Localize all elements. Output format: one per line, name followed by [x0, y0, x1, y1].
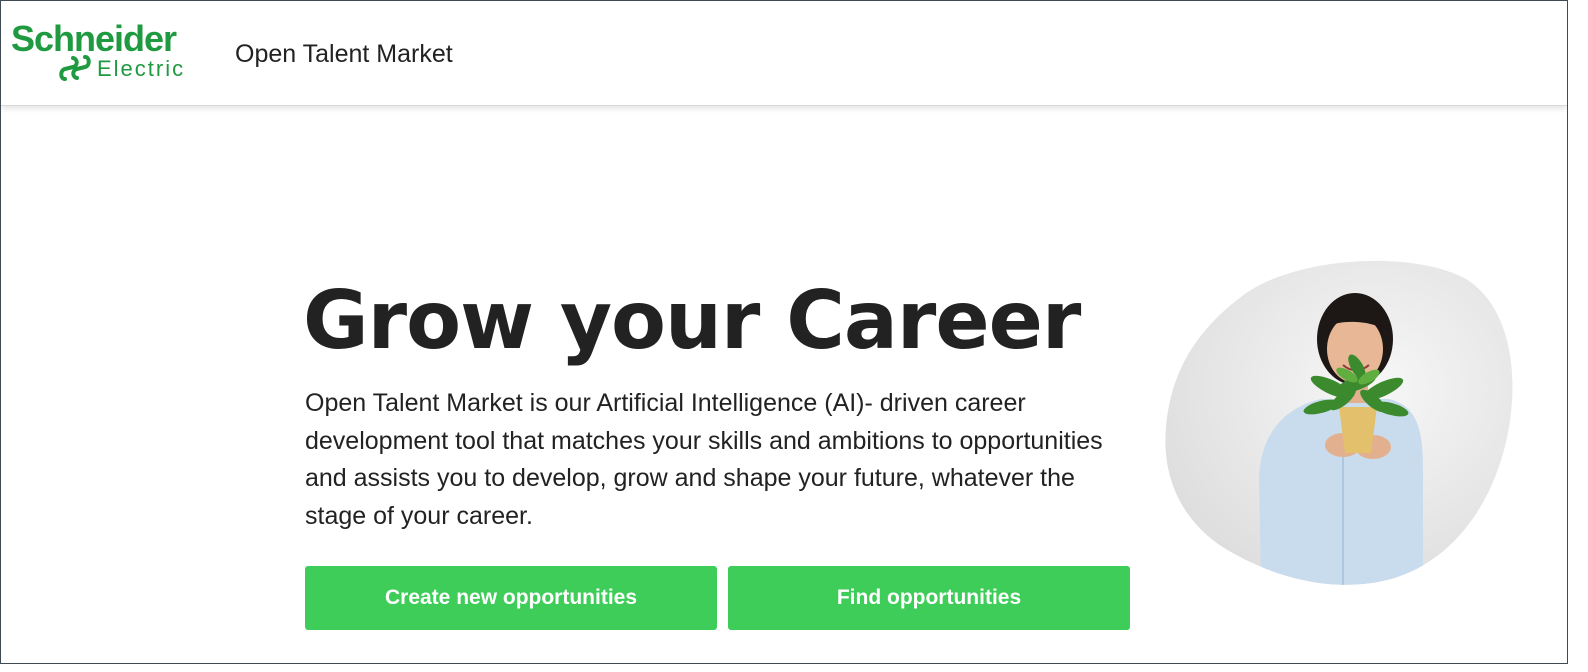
logo-brand-text: Schneider [11, 18, 177, 59]
browser-window: Schneider Electric Open Talent Market Gr… [0, 0, 1568, 664]
create-new-opportunities-button[interactable]: Create new opportunities [305, 566, 717, 630]
schneider-electric-logo[interactable]: Schneider Electric [11, 19, 217, 83]
top-header: Schneider Electric Open Talent Market [1, 1, 1567, 106]
app-title: Open Talent Market [235, 40, 453, 68]
hero-description: Open Talent Market is our Artificial Int… [305, 389, 1103, 530]
woman-holding-plant-photo [1165, 260, 1513, 585]
find-opportunities-button[interactable]: Find opportunities [728, 566, 1130, 630]
logo-sub-text: Electric [97, 56, 186, 81]
hero-title: Grow your Career [303, 274, 1081, 367]
schneider-electric-logo-icon [59, 55, 91, 81]
